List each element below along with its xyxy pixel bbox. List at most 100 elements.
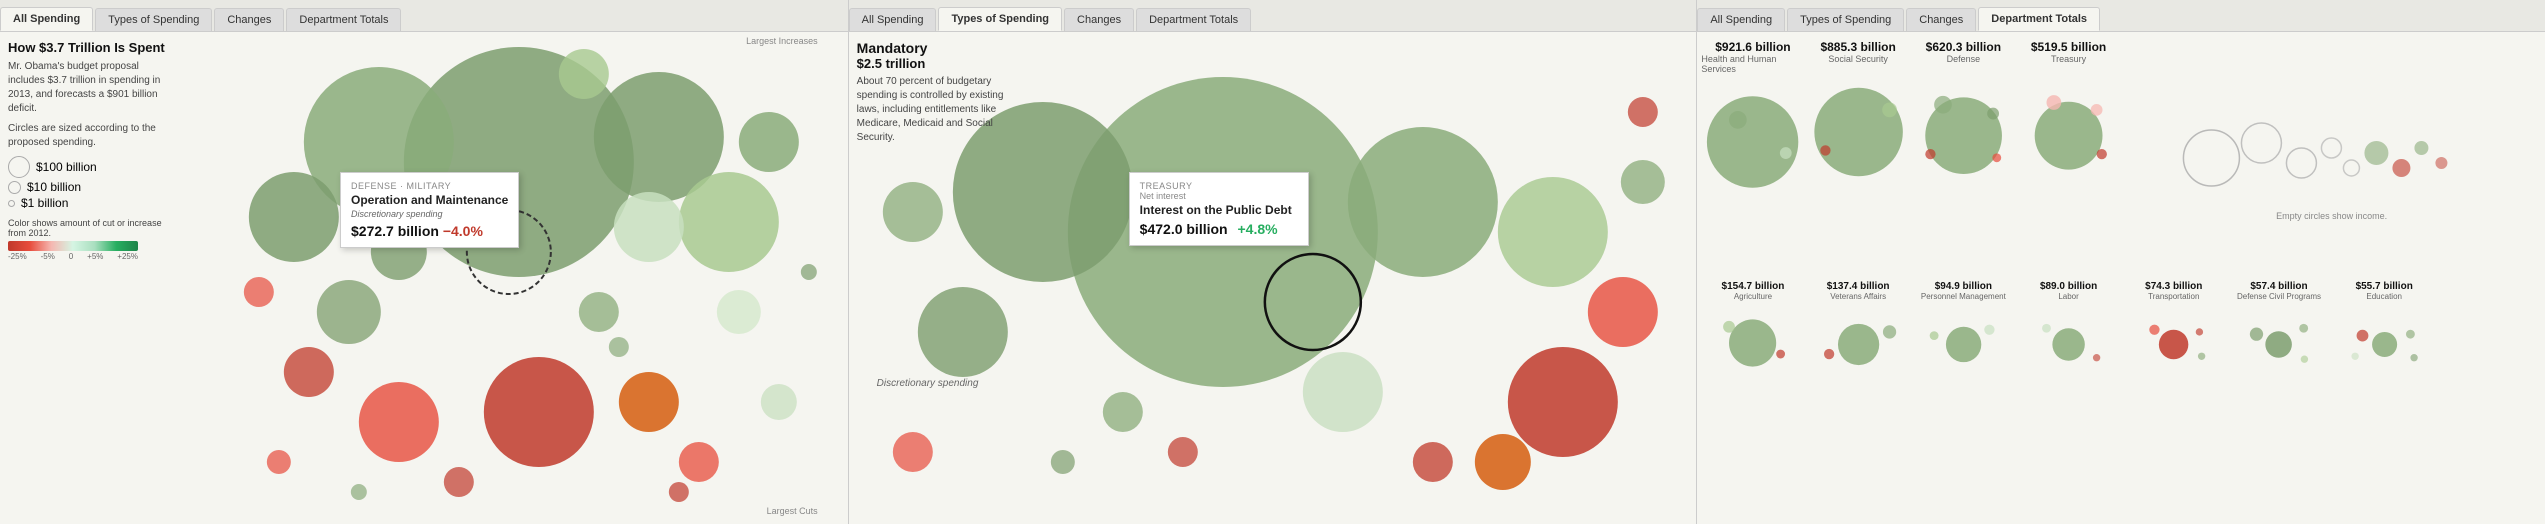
tab-dept-3[interactable]: Department Totals [1978, 7, 2100, 31]
dept-edu-name: Education [2366, 292, 2402, 301]
bubble-sc-3[interactable] [1051, 450, 1075, 474]
dept-hhs-name: Health and Human Services [1701, 54, 1804, 74]
bubble-sc-2[interactable] [1168, 437, 1198, 467]
bubble-med-1[interactable] [679, 172, 779, 272]
bubble-med-2[interactable] [249, 172, 339, 262]
bubble-red-2-2[interactable] [1588, 277, 1658, 347]
bubble-xs-4[interactable] [351, 484, 367, 500]
bubble-sm-1[interactable] [739, 112, 799, 172]
color-label-p5: +5% [87, 252, 103, 261]
bubble-xs-2[interactable] [801, 264, 817, 280]
panels-container: All Spending Types of Spending Changes D… [0, 0, 2545, 524]
tooltip-change-1: −4.0% [443, 223, 483, 239]
bubble-red-med[interactable] [359, 382, 439, 462]
dept-hhs-amount: $921.6 billion [1715, 40, 1790, 54]
dept-ss-amount: $885.3 billion [1820, 40, 1895, 54]
dept-lab-svg[interactable] [2017, 303, 2120, 383]
bubble-xs-5[interactable] [669, 482, 689, 502]
dept-def-name: Defense [1947, 54, 1981, 64]
legend-1b: $1 billion [8, 196, 173, 210]
color-legend-title: Color shows amount of cut or increase fr… [8, 218, 173, 238]
tab-dept-2[interactable]: Department Totals [1136, 8, 1251, 31]
dept-ss-name: Social Security [1828, 54, 1888, 64]
tab-changes-3[interactable]: Changes [1906, 8, 1976, 31]
dept-grid: $921.6 billion Health and Human Services… [1697, 32, 2545, 524]
dept-ss-svg[interactable] [1807, 67, 1910, 197]
panel3-content: $921.6 billion Health and Human Services… [1697, 32, 2545, 524]
legend-circle-10b [8, 181, 21, 194]
dept-edu-svg[interactable] [2333, 303, 2436, 383]
tab-all-spending-3[interactable]: All Spending [1697, 8, 1785, 31]
dept-social-security: $885.3 billion Social Security [1807, 36, 1910, 277]
bubble-red-sm2[interactable] [284, 347, 334, 397]
tab-types-2[interactable]: Types of Spending [938, 7, 1062, 31]
dept-treas-svg[interactable] [2017, 67, 2120, 197]
dept-agriculture: $154.7 billion Agriculture [1701, 279, 1804, 520]
bubble-mid-green[interactable] [317, 280, 381, 344]
tooltip-sublabel-2: Net interest [1140, 191, 1298, 201]
bubble-sm-5[interactable] [717, 290, 761, 334]
tab-types-3[interactable]: Types of Spending [1787, 8, 1904, 31]
dept-agr-name: Agriculture [1734, 292, 1772, 301]
tab-changes-1[interactable]: Changes [214, 8, 284, 31]
bubble-m4[interactable] [1498, 177, 1608, 287]
bubble-red-large[interactable] [484, 357, 594, 467]
dept-agr-svg[interactable] [1701, 303, 1804, 383]
bubble-sm-2[interactable] [559, 49, 609, 99]
bubble-m5[interactable] [918, 287, 1008, 377]
bubbles-svg-1 [170, 32, 848, 524]
panel2-content: Mandatory $2.5 trillion About 70 percent… [849, 32, 1697, 524]
bubble-red-sm3[interactable] [679, 442, 719, 482]
bubble-red-2-3[interactable] [1475, 434, 1531, 490]
bubble-red-sm[interactable] [619, 372, 679, 432]
dept-trans-svg[interactable] [2122, 303, 2225, 383]
dept-pers-svg[interactable] [1912, 303, 2015, 383]
bubble-bottom-left[interactable] [893, 432, 933, 472]
dept-treas-name: Treasury [2051, 54, 2086, 64]
bubble-mid-red[interactable] [244, 277, 274, 307]
bubble-xs-1[interactable] [609, 337, 629, 357]
bubble-red-2-4[interactable] [1413, 442, 1453, 482]
dept-edu-amount: $55.7 billion [2356, 281, 2413, 292]
panel1-title: How $3.7 Trillion Is Spent [8, 40, 173, 55]
largest-cuts-label: Largest Cuts [767, 506, 818, 516]
tooltip-panel2: TREASURY Net interest Interest on the Pu… [1129, 172, 1309, 246]
bubble-red-xs[interactable] [444, 467, 474, 497]
legend-circle-1b [8, 200, 15, 207]
bubble-sm-3[interactable] [614, 192, 684, 262]
dept-def-svg[interactable] [1912, 67, 2015, 197]
bubble-mid-2[interactable] [579, 292, 619, 332]
bubble-m3[interactable] [1348, 127, 1498, 277]
dept-va-svg[interactable] [1807, 303, 1910, 383]
bubble-left-sm[interactable] [883, 182, 943, 242]
dept-misc-svg[interactable] [2122, 93, 2541, 223]
dept-lab-name: Labor [2058, 292, 2078, 301]
tab-changes-2[interactable]: Changes [1064, 8, 1134, 31]
empty-circles-area: Empty circles show income. [2122, 36, 2541, 277]
bubble-xs-3[interactable] [267, 450, 291, 474]
tab-all-spending-2[interactable]: All Spending [849, 8, 937, 31]
panel1-content: How $3.7 Trillion Is Spent Mr. Obama's b… [0, 32, 848, 524]
empty-circles-note: Empty circles show income. [2276, 211, 2387, 221]
dept-va-amount: $137.4 billion [1827, 281, 1890, 292]
bubble-sc-4[interactable] [1621, 160, 1665, 204]
bubble-m6[interactable] [1303, 352, 1383, 432]
dept-va-name: Veterans Affairs [1830, 292, 1886, 301]
dept-hhs-svg[interactable] [1701, 77, 1804, 207]
legend-100b: $100 billion [8, 156, 173, 178]
bubble-mid-3[interactable] [761, 384, 797, 420]
tooltip-title-2: Interest on the Public Debt [1140, 203, 1298, 217]
panel-types-spending: All Spending Types of Spending Changes D… [849, 0, 1698, 524]
tab-all-spending-1[interactable]: All Spending [0, 7, 93, 31]
bubble-sc-1[interactable] [1103, 392, 1143, 432]
tab-types-1[interactable]: Types of Spending [95, 8, 212, 31]
panel-dept-totals: All Spending Types of Spending Changes D… [1697, 0, 2545, 524]
dept-defc-name: Defense Civil Programs [2237, 292, 2321, 301]
dept-transport: $74.3 billion Transportation [2122, 279, 2225, 520]
bubble-sc-5[interactable] [1628, 97, 1658, 127]
dept-defense: $620.3 billion Defense [1912, 36, 2015, 277]
dept-defc-svg[interactable] [2227, 303, 2330, 383]
tab-dept-1[interactable]: Department Totals [286, 8, 401, 31]
tab-bar-2: All Spending Types of Spending Changes D… [849, 0, 1697, 32]
bubble-red-2-1[interactable] [1508, 347, 1618, 457]
